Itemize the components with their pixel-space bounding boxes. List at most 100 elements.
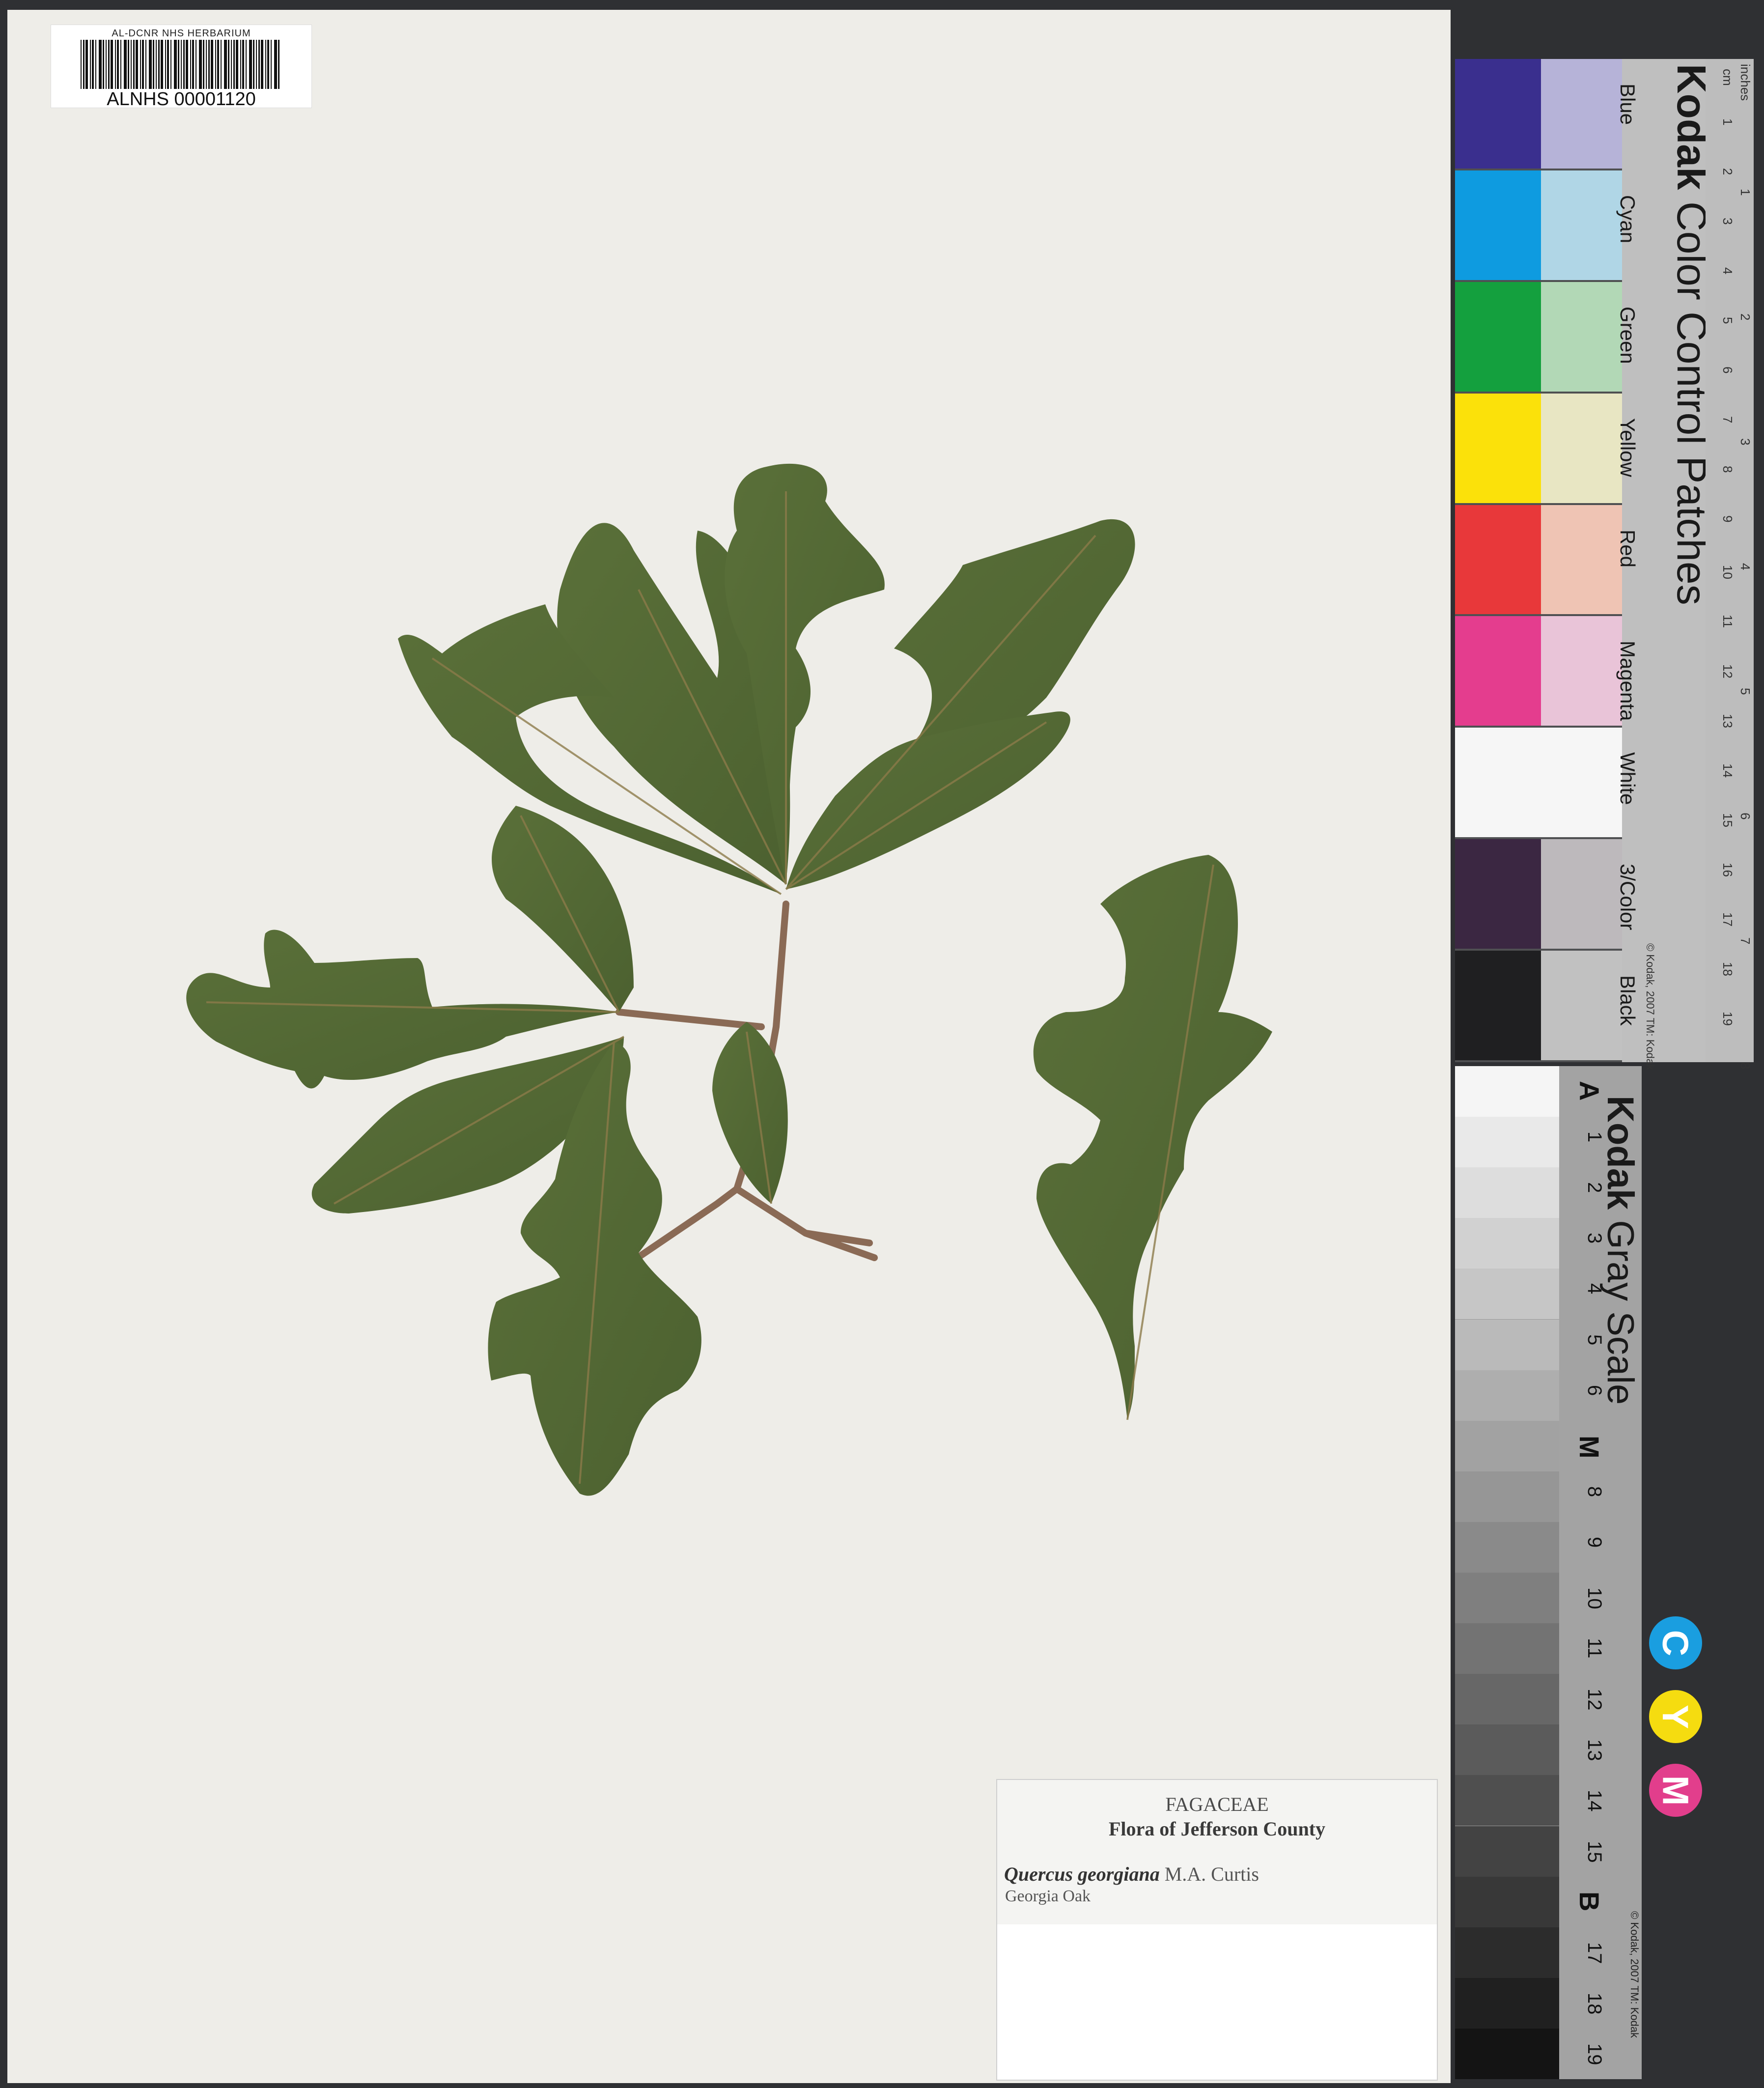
ruler-inch-label: 3 xyxy=(1738,438,1753,446)
barcode-label: AL-DCNR NHS HERBARIUM ALNHS 00001120 xyxy=(51,25,312,110)
gray-step-label: 10 xyxy=(1584,1587,1605,1609)
gray-step xyxy=(1455,1826,1559,1877)
gray-step xyxy=(1455,1977,1559,2029)
gray-step xyxy=(1455,1623,1559,1674)
label-family: FAGACEAE xyxy=(1165,1793,1269,1815)
color-patch-label: Cyan xyxy=(1616,195,1639,243)
gray-step-label: 3 xyxy=(1584,1233,1605,1244)
ruler-cm-label: 16 xyxy=(1720,863,1735,877)
gray-step xyxy=(1455,1573,1559,1624)
color-patch-red-dark xyxy=(1455,505,1541,615)
ruler-inch-label: 5 xyxy=(1738,688,1753,695)
gray-step-label: M xyxy=(1574,1435,1605,1459)
cmy-dot-letter: M xyxy=(1655,1775,1696,1806)
ruler-cm-label: 5 xyxy=(1720,317,1735,324)
color-patch-black-dark xyxy=(1455,951,1541,1060)
ruler-cm-label: 12 xyxy=(1720,664,1735,678)
specimen-image: AL-DCNR NHS HERBARIUM ALNHS 00001120 FAG… xyxy=(0,0,1764,2088)
gray-step xyxy=(1455,1066,1559,1117)
label-taxon: Quercus georgiana M.A. Curtis xyxy=(1004,1862,1259,1886)
gray-step-label: 4 xyxy=(1584,1283,1605,1295)
ruler-cm-label: 7 xyxy=(1720,416,1735,423)
color-patch-yellow-dark xyxy=(1455,393,1541,503)
ruler-cm-label: 13 xyxy=(1720,714,1735,728)
gray-step-label: 19 xyxy=(1584,2043,1605,2065)
ruler-cm-label: cm xyxy=(1720,69,1735,86)
gray-step xyxy=(1455,1471,1559,1522)
cmy-dot-y: Y xyxy=(1649,1690,1702,1743)
color-patch-white-dark xyxy=(1455,728,1622,838)
ruler-inch-label: inches xyxy=(1738,64,1753,101)
color-patch-black-light xyxy=(1541,951,1622,1060)
ruler-inch-label: 7 xyxy=(1738,937,1753,945)
common-name: Georgia Oak xyxy=(1005,1887,1091,1905)
label-blank-area xyxy=(997,1924,1437,2080)
gray-step-label: 1 xyxy=(1584,1131,1605,1143)
ruler-inch-label: 1 xyxy=(1738,189,1753,196)
color-strip-copyright: © Kodak, 2007 TM: Kodak xyxy=(1644,943,1656,1070)
color-patch-cyan-light xyxy=(1541,170,1622,280)
ruler-inch-label: 8 xyxy=(1738,1062,1753,1070)
leaf xyxy=(492,806,634,1012)
gray-step xyxy=(1455,1724,1559,1776)
gray-step-label: 18 xyxy=(1584,1992,1605,2015)
gray-step xyxy=(1455,1522,1559,1573)
ruler-cm-label: 9 xyxy=(1720,515,1735,523)
gray-step xyxy=(1455,1218,1559,1269)
ruler-cm-label: 8 xyxy=(1720,466,1735,473)
gray-step-label: 2 xyxy=(1584,1182,1605,1193)
ruler-cm-label: 2 xyxy=(1720,168,1735,175)
gray-step-label: 11 xyxy=(1584,1638,1605,1659)
herbarium-name: AL-DCNR NHS HERBARIUM xyxy=(112,28,251,39)
color-patch-blue-dark xyxy=(1455,59,1541,169)
gray-step-label: 6 xyxy=(1584,1384,1605,1396)
gray-step-label: 8 xyxy=(1584,1486,1605,1497)
color-patch-label: Green xyxy=(1616,306,1639,364)
color-patch-label: Red xyxy=(1616,529,1639,567)
barcode xyxy=(81,40,280,89)
color-patch-label: White xyxy=(1616,752,1639,805)
gray-step xyxy=(1455,1269,1559,1320)
catalog-number: ALNHS 00001120 xyxy=(107,89,256,110)
ruler-cm-label: 1 xyxy=(1720,118,1735,126)
ruler-cm-label: 15 xyxy=(1720,813,1735,827)
color-patch-label: Magenta xyxy=(1616,641,1639,721)
gray-step-label: 15 xyxy=(1584,1840,1605,1863)
color-patch-3-color-light xyxy=(1541,839,1622,949)
kodak-gray-scale-strip: Kodak Gray Scale © Kodak, 2007 TM: Kodak… xyxy=(1455,1066,1702,2079)
color-patch-green-light xyxy=(1541,282,1622,392)
color-patch-label: Black xyxy=(1616,975,1639,1026)
gray-step xyxy=(1455,2028,1559,2079)
color-patch-magenta-dark xyxy=(1455,616,1541,726)
color-patch-3-color-dark xyxy=(1455,839,1541,949)
gray-step xyxy=(1455,1927,1559,1978)
ruler-cm-label: 11 xyxy=(1720,615,1735,628)
ruler-cm-label: 4 xyxy=(1720,267,1735,275)
gray-step-label: 13 xyxy=(1584,1739,1605,1761)
gray-step-label: 9 xyxy=(1584,1536,1605,1548)
gray-step xyxy=(1455,1876,1559,1927)
ruler-cm-label: 17 xyxy=(1720,912,1735,927)
gray-step xyxy=(1455,1319,1559,1370)
specimen-plant xyxy=(186,463,1272,1496)
gray-step xyxy=(1455,1775,1559,1826)
leaf xyxy=(1033,855,1272,1420)
gray-step-label: 5 xyxy=(1584,1334,1605,1345)
gray-strip-title-text: Gray Scale xyxy=(1599,1220,1641,1405)
kodak-color-control-strip: Kodak Color Control Patches cm 1 2 3 4 5 6 7 8 9 1… xyxy=(1455,59,1754,1070)
specimen-label: FAGACEAE Flora of Jefferson County Querc… xyxy=(996,1779,1438,2081)
taxon-author: M.A. Curtis xyxy=(1164,1863,1259,1885)
gray-step-label: A xyxy=(1574,1081,1605,1101)
color-patch-yellow-light xyxy=(1541,393,1622,503)
cmy-dot-c: C xyxy=(1649,1616,1702,1669)
color-patch-green-dark xyxy=(1455,282,1541,392)
color-patch-red-light xyxy=(1541,505,1622,615)
label-flora: Flora of Jefferson County xyxy=(1108,1818,1326,1840)
ruler-cm-label: 3 xyxy=(1720,218,1735,225)
cmy-dot-letter: Y xyxy=(1655,1704,1696,1729)
gray-step xyxy=(1455,1674,1559,1725)
color-patch-magenta-light xyxy=(1541,616,1622,726)
kodak-brand: Kodak xyxy=(1599,1096,1641,1210)
gray-step-label: 12 xyxy=(1584,1689,1605,1711)
ruler-cm-label: 19 xyxy=(1720,1012,1735,1026)
